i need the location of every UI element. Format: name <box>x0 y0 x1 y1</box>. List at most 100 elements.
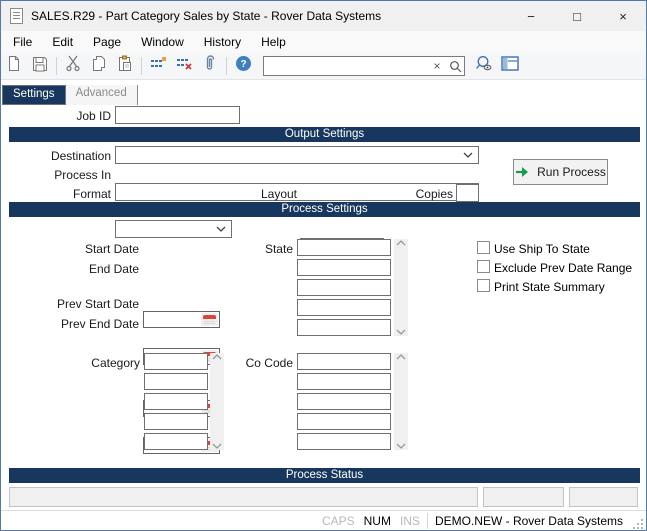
category-input-5[interactable] <box>144 433 208 450</box>
co-code-input-3[interactable] <box>297 393 391 410</box>
start-date-label: Start Date <box>1 242 139 256</box>
minimize-button[interactable]: − <box>508 1 554 31</box>
chevron-down-icon <box>463 152 473 158</box>
co-code-input-4[interactable] <box>297 413 391 430</box>
save-icon <box>32 56 48 77</box>
window-title: SALES.R29 - Part Category Sales by State… <box>31 9 381 23</box>
use-ship-to-state-label[interactable]: Use Ship To State <box>494 242 590 256</box>
process-status-field-2 <box>483 487 564 507</box>
layout-label: Layout <box>191 187 297 201</box>
exclude-prev-date-range-label[interactable]: Exclude Prev Date Range <box>494 261 632 275</box>
copy-button[interactable] <box>86 54 112 78</box>
run-arrow-icon <box>515 166 530 178</box>
connection-label: DEMO.NEW - Rover Data Systems <box>435 514 623 528</box>
process-in-label: Process In <box>1 168 111 182</box>
output-settings-header: Output Settings <box>9 127 640 142</box>
ins-indicator: INS <box>400 514 420 528</box>
tab-strip: Settings Advanced <box>2 85 138 105</box>
prev-start-date-label: Prev Start Date <box>1 297 139 311</box>
tab-settings[interactable]: Settings <box>2 85 66 105</box>
state-scrollbar[interactable] <box>394 239 408 336</box>
format-select[interactable] <box>115 220 232 238</box>
job-id-label: Job ID <box>1 109 111 123</box>
cut-button[interactable] <box>60 54 86 78</box>
menu-item-history[interactable]: History <box>194 33 251 52</box>
use-ship-to-state-checkbox[interactable] <box>477 241 490 254</box>
tab-advanced[interactable]: Advanced <box>66 85 138 105</box>
attachment-button[interactable] <box>197 54 223 78</box>
app-icon <box>10 8 23 24</box>
co-code-input-2[interactable] <box>297 373 391 390</box>
print-state-summary-label[interactable]: Print State Summary <box>494 280 605 294</box>
state-input-3[interactable] <box>297 279 391 296</box>
menu-item-help[interactable]: Help <box>251 33 296 52</box>
window-layout-button[interactable] <box>497 54 523 78</box>
close-button[interactable]: × <box>600 1 646 31</box>
print-state-summary-checkbox[interactable] <box>477 279 490 292</box>
scroll-down-icon[interactable] <box>211 442 223 450</box>
state-input-2[interactable] <box>297 259 391 276</box>
num-indicator: NUM <box>364 514 391 528</box>
toolbar-search: × <box>263 56 465 76</box>
zoom-view-icon <box>475 55 493 77</box>
caps-indicator: CAPS <box>322 514 355 528</box>
state-input-4[interactable] <box>297 299 391 316</box>
process-status-message-field <box>9 487 478 507</box>
search-icon[interactable] <box>446 57 464 75</box>
category-input-4[interactable] <box>144 413 208 430</box>
search-input[interactable] <box>264 58 428 74</box>
svg-text:?: ? <box>240 59 246 70</box>
job-id-input[interactable] <box>115 106 240 124</box>
search-clear-icon[interactable]: × <box>428 57 446 75</box>
resize-grip[interactable] <box>633 519 643 529</box>
process-status-header: Process Status <box>9 468 640 483</box>
format-label: Format <box>1 187 111 201</box>
state-input-5[interactable] <box>297 319 391 336</box>
calendar-icon[interactable] <box>201 313 218 326</box>
destination-label: Destination <box>1 149 111 163</box>
category-label: Category <box>1 356 140 370</box>
end-date-label: End Date <box>1 262 139 276</box>
process-status-field-3 <box>569 487 638 507</box>
menu-item-edit[interactable]: Edit <box>42 33 83 52</box>
scroll-up-icon[interactable] <box>395 239 407 247</box>
title-bar: SALES.R29 - Part Category Sales by State… <box>1 1 646 31</box>
scroll-down-icon[interactable] <box>395 328 407 336</box>
menu-item-window[interactable]: Window <box>131 33 194 52</box>
chevron-down-icon <box>216 226 226 232</box>
destination-select[interactable] <box>115 146 479 164</box>
status-bar: CAPS NUM INS DEMO.NEW - Rover Data Syste… <box>1 510 646 531</box>
app-window: SALES.R29 - Part Category Sales by State… <box>0 0 647 531</box>
toolbar-separator <box>141 57 142 75</box>
co-code-input-5[interactable] <box>297 433 391 450</box>
help-button[interactable]: ? <box>230 54 256 78</box>
start-date-input[interactable] <box>143 311 220 328</box>
exclude-prev-date-range-checkbox[interactable] <box>477 260 490 273</box>
menu-item-page[interactable]: Page <box>83 33 131 52</box>
zoom-view-button[interactable] <box>471 54 497 78</box>
state-input-1[interactable] <box>297 239 391 256</box>
insert-rows-icon <box>150 56 167 76</box>
paste-button[interactable] <box>112 54 138 78</box>
category-input-3[interactable] <box>144 393 208 410</box>
category-input-2[interactable] <box>144 373 208 390</box>
attachment-icon <box>202 55 218 77</box>
delete-rows-icon <box>176 56 193 76</box>
scroll-down-icon[interactable] <box>395 442 407 450</box>
run-process-button[interactable]: Run Process <box>513 159 608 185</box>
insert-rows-button[interactable] <box>145 54 171 78</box>
copies-input[interactable] <box>456 184 479 202</box>
scroll-up-icon[interactable] <box>395 353 407 361</box>
new-document-button[interactable] <box>1 54 27 78</box>
save-button[interactable] <box>27 54 53 78</box>
process-settings-header: Process Settings <box>9 202 640 217</box>
co-code-input-1[interactable] <box>297 353 391 370</box>
toolbar: ? × <box>1 53 646 80</box>
co-code-scrollbar[interactable] <box>394 353 408 450</box>
delete-rows-button[interactable] <box>171 54 197 78</box>
maximize-button[interactable]: □ <box>554 1 600 31</box>
window-layout-icon <box>501 56 519 76</box>
copies-label: Copies <box>341 187 453 201</box>
copy-icon <box>91 55 107 77</box>
menu-item-file[interactable]: File <box>3 33 42 52</box>
